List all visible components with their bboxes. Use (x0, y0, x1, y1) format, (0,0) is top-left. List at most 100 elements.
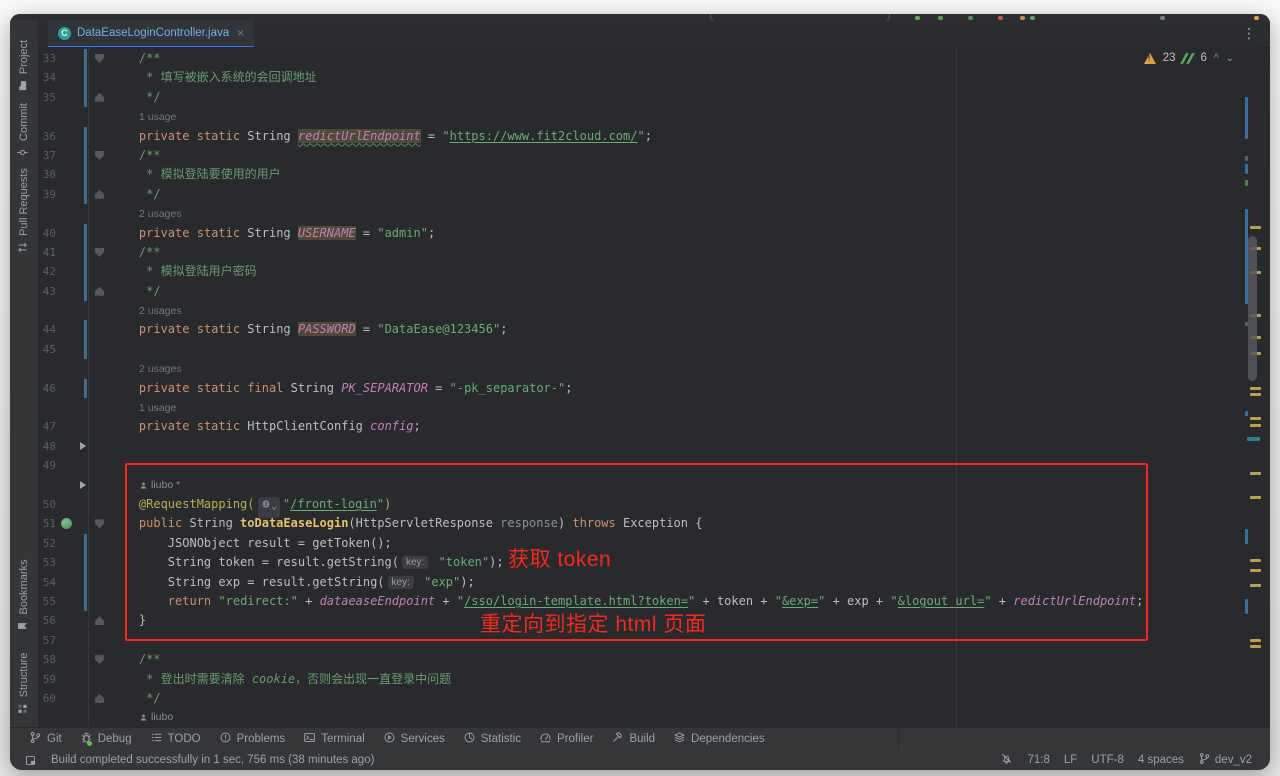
fold-marker-icon[interactable] (95, 694, 104, 703)
fold-marker-icon[interactable] (95, 54, 104, 63)
toolwindow-button-build[interactable]: Build (604, 729, 662, 749)
code-line-59[interactable]: 59 * 登出时需要清除 cookie，否则会出现一直登录中问题 (38, 670, 1262, 689)
vcs-change-marker (84, 262, 87, 281)
status-widget-utf-8[interactable]: UTF-8 (1091, 754, 1124, 766)
fold-marker-icon[interactable] (95, 519, 104, 528)
sidebar-item-pull-requests[interactable]: Pull Requests (16, 168, 32, 254)
vcs-change-marker (84, 340, 87, 359)
code-line-40[interactable]: 40 private static String USERNAME = "adm… (38, 224, 1262, 243)
author-hint[interactable]: liubo (110, 708, 173, 727)
usage-hint[interactable]: 1 usage (110, 402, 176, 414)
vcs-change-marker (84, 534, 87, 553)
fold-marker-icon[interactable] (95, 93, 104, 102)
toolwindow-button-debug[interactable]: Debug (73, 729, 139, 749)
next-problem-chevron-icon[interactable]: ⌄ (1226, 53, 1234, 64)
stripe-mark (1250, 569, 1261, 572)
toolwindow-button-terminal[interactable]: Terminal (296, 729, 371, 749)
code-inlay-line[interactable]: 1 usage (38, 107, 1262, 126)
code-inlay-line[interactable]: 2 usages (38, 204, 1262, 223)
build-status-message: Build completed successfully in 1 sec, 7… (51, 754, 374, 766)
status-widget-4-spaces[interactable]: 4 spaces (1138, 754, 1184, 766)
toolwindow-button-label: Dependencies (691, 733, 765, 745)
error-stripe-scrollbar[interactable] (1245, 47, 1262, 728)
line-number: 44 (38, 320, 56, 339)
statistic-icon (463, 731, 476, 747)
sidebar-item-structure[interactable]: Structure (16, 653, 32, 716)
code-line-43[interactable]: 43 */ (38, 282, 1262, 301)
usage-hint[interactable]: 2 usages (110, 208, 182, 220)
line-number: 51 (38, 514, 56, 533)
status-widget-dev-v2[interactable]: dev_v2 (1198, 752, 1252, 768)
fold-marker-icon[interactable] (95, 151, 104, 160)
toolwindow-button-services[interactable]: Services (376, 729, 452, 749)
code-line-37[interactable]: 37 /** (38, 146, 1262, 165)
stripe-mark (1245, 529, 1248, 544)
prev-problem-chevron-icon[interactable]: ^ (1214, 53, 1219, 64)
status-widget-71-8[interactable]: 71:8 (1027, 754, 1049, 766)
code-line-33[interactable]: 33 /** (38, 49, 1262, 68)
annotation-label-2: 重定向到指定 html 页面 (480, 608, 706, 638)
code-line-46[interactable]: 46 private static final String PK_SEPARA… (38, 379, 1262, 398)
typo-count: 6 (1201, 52, 1207, 64)
code-line-41[interactable]: 41 /** (38, 243, 1262, 262)
vcs-change-marker (84, 165, 87, 184)
endpoint-run-icon[interactable] (61, 518, 72, 529)
stripe-mark (1250, 417, 1261, 420)
line-number: 54 (38, 573, 56, 592)
tab-options-kebab-icon[interactable]: ⋮ (1242, 25, 1256, 42)
structure-icon (16, 702, 32, 715)
stripe-mark (1245, 411, 1248, 416)
stripe-mark (1247, 437, 1260, 441)
fold-marker-icon[interactable] (95, 190, 104, 199)
tool-windows-toggle-icon[interactable] (24, 754, 37, 767)
fold-marker-icon[interactable] (95, 248, 104, 257)
toolwindow-button-statistic[interactable]: Statistic (456, 729, 528, 749)
bottom-bar-divider (898, 728, 899, 750)
stripe-item-label: Bookmarks (18, 559, 30, 614)
toolwindow-button-dependencies[interactable]: Dependencies (666, 729, 772, 749)
code-line-48[interactable]: 48 (38, 437, 1262, 456)
code-line-36[interactable]: 36 private static String redictUrlEndpoi… (38, 127, 1262, 146)
dependencies-icon (673, 731, 686, 747)
code-line-38[interactable]: 38 * 模拟登陆要使用的用户 (38, 165, 1262, 184)
line-number: 38 (38, 165, 56, 184)
toolwindow-button-git[interactable]: Git (22, 729, 69, 749)
code-line-45[interactable]: 45 (38, 340, 1262, 359)
code-inlay-line[interactable]: 2 usages (38, 359, 1262, 378)
tab-dataease-login-controller[interactable]: C DataEaseLoginController.java × (48, 20, 254, 48)
code-line-42[interactable]: 42 * 模拟登陆用户密码 (38, 262, 1262, 281)
code-inlay-line[interactable]: 1 usage (38, 398, 1262, 417)
code-line-47[interactable]: 47 private static HttpClientConfig confi… (38, 417, 1262, 436)
usage-hint[interactable]: 2 usages (110, 363, 182, 375)
sidebar-item-commit[interactable]: Commit (16, 103, 32, 159)
warning-count: 23 (1163, 52, 1176, 64)
toolwindow-button-problems[interactable]: Problems (212, 729, 293, 749)
code-line-58[interactable]: 58 /** (38, 650, 1262, 669)
code-editor[interactable]: 33 /**34 * 填写被嵌入系统的会回调地址35 */ 1 usage 36 p… (38, 47, 1262, 728)
sidebar-item-project[interactable]: Project (16, 40, 32, 92)
fold-marker-icon[interactable] (95, 655, 104, 664)
code-line-39[interactable]: 39 */ (38, 185, 1262, 204)
usage-hint[interactable]: 2 usages (110, 305, 182, 317)
gutter-arrow-icon[interactable] (80, 481, 86, 489)
code-line-44[interactable]: 44 private static String PASSWORD = "Dat… (38, 320, 1262, 339)
usage-hint[interactable]: 1 usage (110, 111, 176, 123)
fold-marker-icon[interactable] (95, 287, 104, 296)
close-tab-icon[interactable]: × (237, 27, 244, 39)
gutter-arrow-icon[interactable] (80, 442, 86, 450)
code-line-60[interactable]: 60 */ (38, 689, 1262, 708)
inspections-widget[interactable]: 23 6 ^ ⌄ (1144, 52, 1234, 64)
scrollbar-thumb[interactable] (1248, 236, 1257, 381)
status-widget-lf[interactable]: LF (1064, 754, 1077, 766)
fold-marker-icon[interactable] (95, 616, 104, 625)
tool-window-stripe: Project Commit Pull Requests Bookmarks Struc… (10, 20, 39, 750)
toolwindow-button-profiler[interactable]: Profiler (532, 729, 600, 749)
sidebar-item-bookmarks[interactable]: Bookmarks (16, 559, 32, 632)
notifications-off-icon[interactable] (1000, 752, 1013, 768)
code-line-35[interactable]: 35 */ (38, 88, 1262, 107)
code-inlay-line[interactable]: 2 usages (38, 301, 1262, 320)
code-line-34[interactable]: 34 * 填写被嵌入系统的会回调地址 (38, 68, 1262, 87)
code-inlay-line[interactable]: liubo (38, 708, 1262, 727)
toolwindow-button-todo[interactable]: TODO (143, 729, 208, 749)
toolwindow-button-label: Git (47, 733, 62, 745)
